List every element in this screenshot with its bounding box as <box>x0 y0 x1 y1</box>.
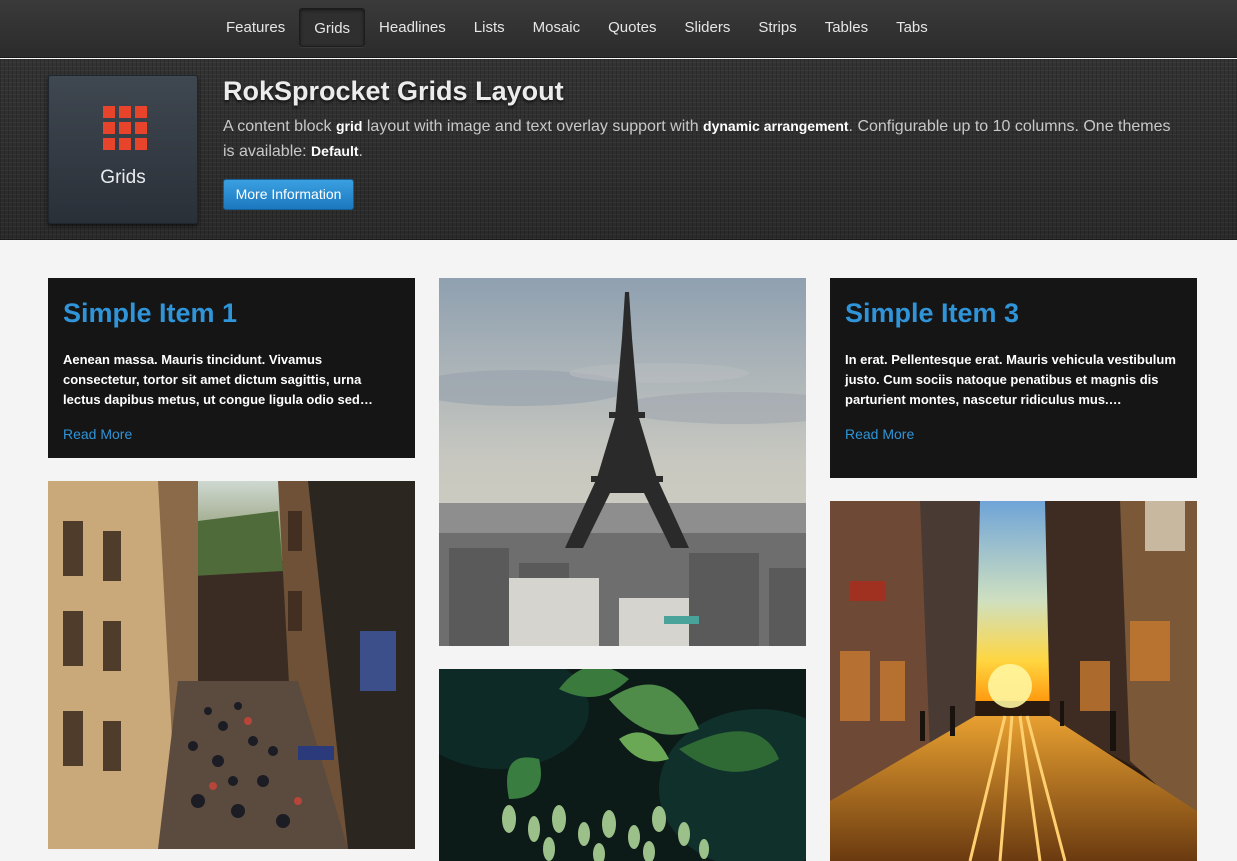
item-title[interactable]: Simple Item 3 <box>845 297 1182 329</box>
nav-item-features[interactable]: Features <box>212 8 299 47</box>
more-information-button[interactable]: More Information <box>223 179 354 210</box>
nav-item-quotes[interactable]: Quotes <box>594 8 670 47</box>
page-title: RokSprocket Grids Layout <box>223 76 564 106</box>
item-title[interactable]: Simple Item 1 <box>63 297 400 329</box>
grid-item-3: Simple Item 3 In erat. Pellentesque erat… <box>830 278 1197 478</box>
item-text: Aenean massa. Mauris tincidunt. Vivamus … <box>63 352 373 407</box>
item-text: In erat. Pellentesque erat. Mauris vehic… <box>845 352 1176 407</box>
nav-item-strips[interactable]: Strips <box>744 8 810 47</box>
grid-icon <box>103 106 147 150</box>
green-plant-photo[interactable] <box>439 669 806 861</box>
read-more-link[interactable]: Read More <box>845 426 1182 442</box>
read-more-link[interactable]: Read More <box>63 426 400 442</box>
grid-item-1: Simple Item 1 Aenean massa. Mauris tinci… <box>48 278 415 458</box>
nav-item-mosaic[interactable]: Mosaic <box>519 8 595 47</box>
grids-badge: Grids <box>48 75 198 224</box>
nav-item-headlines[interactable]: Headlines <box>365 8 460 47</box>
nav-item-tabs[interactable]: Tabs <box>882 8 942 47</box>
street-photo[interactable] <box>48 481 415 849</box>
eiffel-tower-photo[interactable] <box>439 278 806 646</box>
top-navigation: Features Grids Headlines Lists Mosaic Qu… <box>0 0 1237 58</box>
nav-item-grids[interactable]: Grids <box>299 8 366 47</box>
sunset-street-photo[interactable] <box>830 501 1197 861</box>
nav-menu: Features Grids Headlines Lists Mosaic Qu… <box>212 8 942 47</box>
page-description: A content block grid layout with image a… <box>223 118 1171 160</box>
hero-banner: Grids RokSprocket Grids Layout A content… <box>0 59 1237 240</box>
nav-item-lists[interactable]: Lists <box>460 8 519 47</box>
nav-item-sliders[interactable]: Sliders <box>671 8 745 47</box>
grids-badge-label: Grids <box>100 167 146 188</box>
nav-item-tables[interactable]: Tables <box>811 8 882 47</box>
